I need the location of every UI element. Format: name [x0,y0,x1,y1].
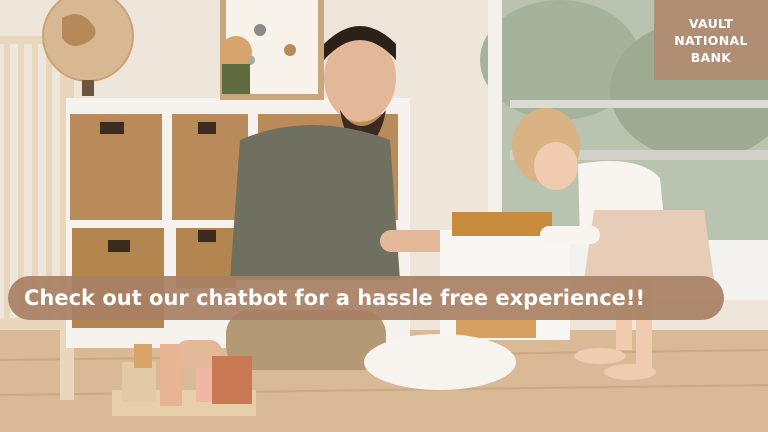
logo-line-national: NATIONAL [674,32,748,48]
promo-banner: Check out our chatbot for a hassle free … [8,276,724,320]
background-photo [0,0,768,432]
banner-text: Check out our chatbot for a hassle free … [24,286,646,310]
fur-rug [364,334,516,390]
bank-logo: VAULT NATIONAL BANK [654,0,768,80]
logo-line-vault: VAULT [688,15,734,31]
logo-line-bank: BANK [690,49,732,65]
doll [220,36,252,94]
